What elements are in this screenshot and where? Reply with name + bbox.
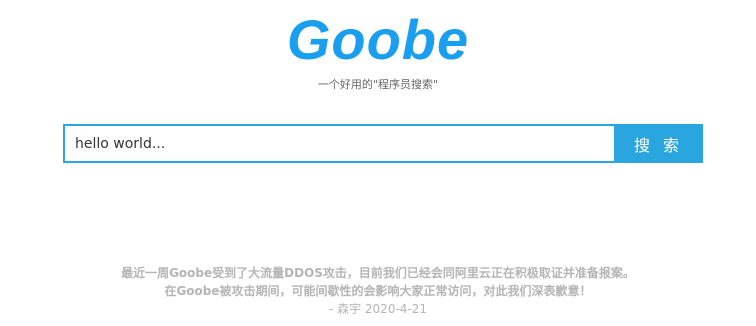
search-button[interactable]: 搜 索 <box>614 124 703 163</box>
ddos-notice: 最近一周Goobe受到了大流量DDOS攻击，目前我们已经会同阿里云正在积极取证并… <box>0 264 756 318</box>
search-bar: 搜 索 <box>63 124 703 163</box>
goobe-logo: Goobe <box>286 8 470 71</box>
search-input[interactable] <box>63 124 614 163</box>
notice-signature: - 森宇 2020-4-21 <box>328 302 428 316</box>
tagline: 一个好用的"程序员搜索" <box>317 78 439 91</box>
search-home-page: Goobe 一个好用的"程序员搜索" 搜 索 最近一周Goobe受到了大流量DD… <box>0 0 756 326</box>
notice-line-2: 在Goobe被攻击期间，可能间歇性的会影响大家正常访问，对此我们深表歉意！ <box>164 284 592 298</box>
notice-line-1: 最近一周Goobe受到了大流量DDOS攻击，目前我们已经会同阿里云正在积极取证并… <box>121 266 635 280</box>
